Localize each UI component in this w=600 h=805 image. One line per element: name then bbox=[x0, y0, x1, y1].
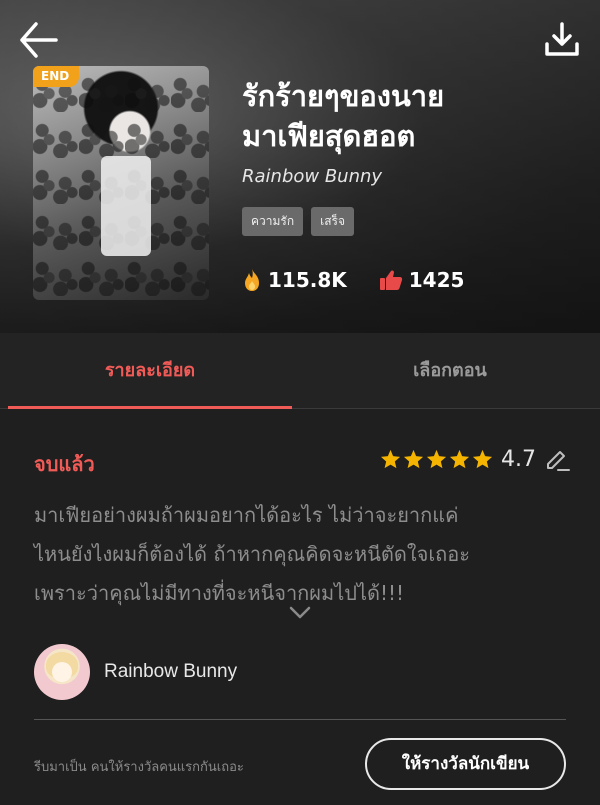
tag-romance[interactable]: ความรัก bbox=[242, 207, 304, 236]
star-icon bbox=[426, 449, 447, 469]
star-icon bbox=[380, 449, 401, 469]
download-icon[interactable] bbox=[542, 20, 582, 60]
active-tab-indicator bbox=[8, 406, 292, 409]
tab-bar: รายละเอียด เลือกตอน bbox=[0, 333, 600, 409]
divider bbox=[34, 719, 566, 720]
avatar[interactable] bbox=[34, 644, 90, 700]
book-title-line1: รักร้ายๆของนาย bbox=[242, 79, 445, 113]
star-icon bbox=[449, 449, 470, 469]
reward-writer-button[interactable]: ให้รางวัลนักเขียน bbox=[365, 738, 566, 790]
reward-prompt: รีบมาเป็น คนให้รางวัลคนแรกกันเถอะ bbox=[34, 760, 244, 775]
author-name[interactable]: Rainbow Bunny bbox=[104, 661, 237, 683]
views-stat: 115.8K bbox=[242, 268, 347, 292]
thumbs-up-icon bbox=[379, 270, 402, 290]
tag-list: ความรัก เสร็จ bbox=[242, 207, 355, 236]
tab-details-label: รายละเอียด bbox=[104, 360, 196, 381]
avatar-face bbox=[52, 662, 72, 682]
star-icon bbox=[403, 449, 424, 469]
rating-value: 4.7 bbox=[501, 446, 536, 472]
fire-icon bbox=[245, 269, 259, 291]
likes-count: 1425 bbox=[408, 268, 465, 292]
book-title-line2: มาเฟียสุดฮอต bbox=[242, 119, 416, 153]
book-author[interactable]: Rainbow Bunny bbox=[242, 166, 382, 187]
book-title: รักร้ายๆของนาย มาเฟียสุดฮอต bbox=[242, 76, 582, 156]
chevron-down-icon[interactable] bbox=[289, 606, 311, 620]
synopsis: มาเฟียอย่างผมถ้าผมอยากได้อะไร ไม่ว่าจะยา… bbox=[34, 496, 574, 613]
completion-status: จบแล้ว bbox=[34, 452, 95, 476]
end-badge: END bbox=[33, 66, 80, 87]
tag-completed[interactable]: เสร็จ bbox=[311, 207, 355, 236]
cover-figure bbox=[101, 156, 151, 256]
book-stats: 115.8K 1425 bbox=[242, 268, 496, 292]
tab-episodes-label: เลือกตอน bbox=[413, 360, 487, 381]
synopsis-line1: มาเฟียอย่างผมถ้าผมอยากได้อะไร ไม่ว่าจะยา… bbox=[34, 503, 459, 527]
tab-details[interactable]: รายละเอียด bbox=[0, 333, 300, 409]
author-row[interactable]: Rainbow Bunny bbox=[34, 644, 237, 700]
tab-episodes[interactable]: เลือกตอน bbox=[300, 333, 600, 408]
back-arrow-icon[interactable] bbox=[16, 18, 60, 62]
rating-row: 4.7 bbox=[380, 446, 570, 472]
edit-pencil-icon[interactable] bbox=[544, 446, 570, 472]
star-rating[interactable] bbox=[380, 449, 493, 469]
synopsis-line2: ไหนยังไงผมก็ต้องได้ ถ้าหากคุณคิดจะหนีตัด… bbox=[34, 542, 471, 566]
star-icon bbox=[472, 449, 493, 469]
likes-stat: 1425 bbox=[379, 268, 465, 292]
views-count: 115.8K bbox=[268, 268, 347, 292]
book-header: END รักร้ายๆของนาย มาเฟียสุดฮอต Rainbow … bbox=[0, 0, 600, 333]
book-cover bbox=[33, 66, 209, 300]
